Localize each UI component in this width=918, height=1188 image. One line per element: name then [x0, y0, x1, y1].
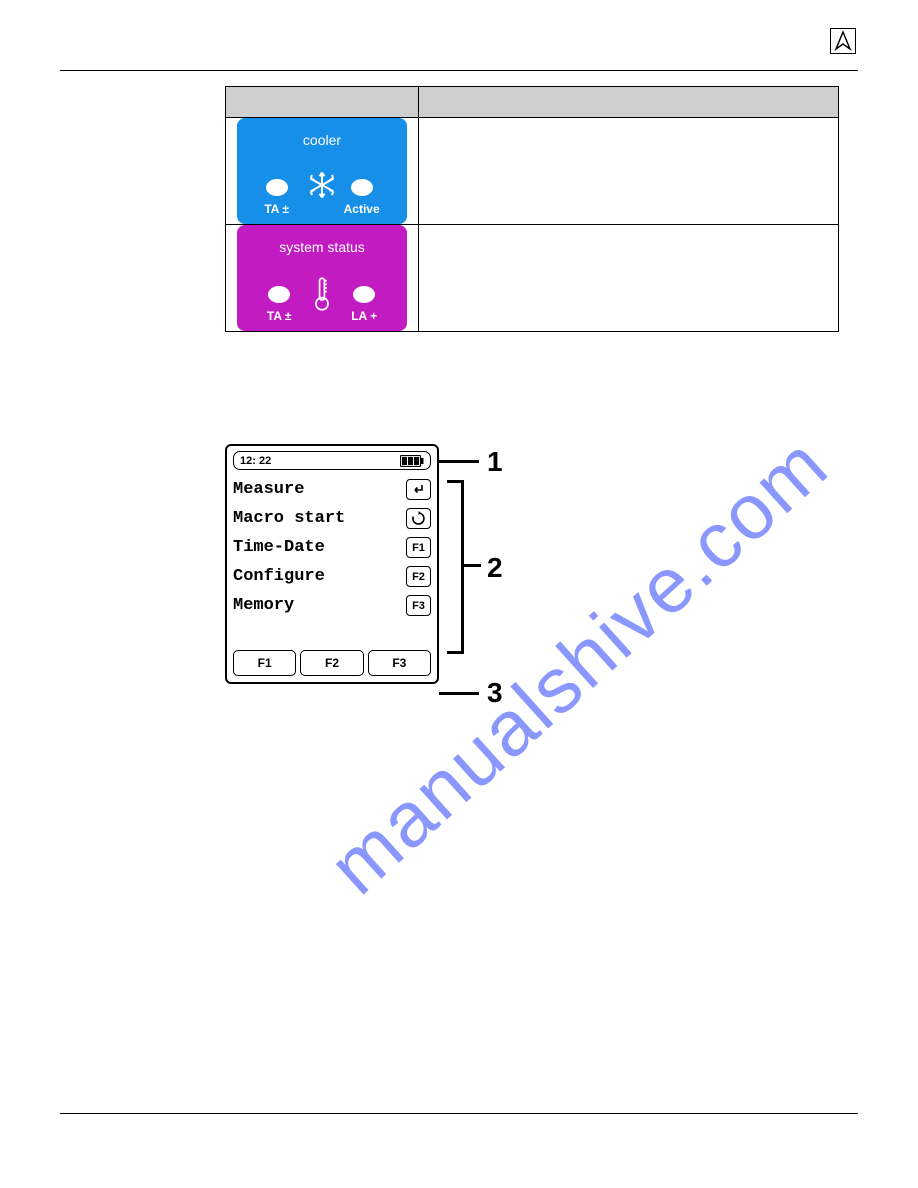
- status-time: 12: 22: [240, 455, 271, 467]
- table-row: system status: [226, 225, 839, 332]
- softkey-f3[interactable]: F3: [368, 650, 431, 676]
- menu-item-label: Memory: [233, 596, 294, 615]
- tile-left-label: TA ±: [264, 202, 289, 216]
- footer-rule: [60, 1113, 858, 1114]
- softkey-f1[interactable]: F1: [233, 650, 296, 676]
- tile-title: cooler: [237, 118, 407, 148]
- callout-leader-1: [439, 460, 479, 463]
- tile-indicator-right: Active: [344, 179, 380, 216]
- table-desc-cell: [419, 225, 839, 332]
- callout-leader-2: [461, 564, 481, 567]
- indicator-dot-icon: [353, 286, 375, 303]
- cycle-key-icon: [406, 508, 431, 529]
- tile-indicator-left: TA ±: [264, 179, 289, 216]
- indicator-dot-icon: [266, 179, 288, 196]
- tile-indicator-right: LA +: [351, 286, 377, 323]
- menu-item-time-date[interactable]: Time-Date F1: [233, 533, 431, 562]
- device-screen: 12: 22 Measure: [225, 444, 439, 684]
- callout-number-2: 2: [487, 552, 503, 584]
- indicator-dot-icon: [268, 286, 290, 303]
- menu-item-macro-start[interactable]: Macro start: [233, 504, 431, 533]
- enter-key-icon: [406, 479, 431, 500]
- table-desc-cell: [419, 118, 839, 225]
- menu-item-label: Measure: [233, 480, 304, 499]
- f2-key-icon: F2: [406, 566, 431, 587]
- battery-icon: [400, 455, 424, 467]
- callout-bracket-2: [447, 480, 464, 654]
- device-softkeys: F1 F2 F3: [233, 650, 431, 676]
- menu-item-configure[interactable]: Configure F2: [233, 562, 431, 591]
- header-rule: [60, 70, 858, 71]
- menu-item-label: Time-Date: [233, 538, 325, 557]
- device-statusbar: 12: 22: [233, 451, 431, 470]
- tile-indicator-left: TA ±: [267, 286, 292, 323]
- callout-leader-3: [439, 692, 479, 695]
- menu-item-label: Configure: [233, 567, 325, 586]
- menu-item-measure[interactable]: Measure: [233, 475, 431, 504]
- callout-number-1: 1: [487, 446, 503, 478]
- table-header-cell: [226, 87, 419, 118]
- system-status-tile: system status: [237, 225, 407, 331]
- indicator-dot-icon: [351, 179, 373, 196]
- callout-number-3: 3: [487, 677, 503, 709]
- tile-right-label: Active: [344, 202, 380, 216]
- f3-key-icon: F3: [406, 595, 431, 616]
- menu-item-memory[interactable]: Memory F3: [233, 591, 431, 620]
- table-header-cell: [419, 87, 839, 118]
- menu-item-label: Macro start: [233, 509, 345, 528]
- nav-up-icon: [830, 28, 856, 54]
- tile-left-label: TA ±: [267, 309, 292, 323]
- table-row: cooler: [226, 118, 839, 225]
- softkey-f2[interactable]: F2: [300, 650, 363, 676]
- f1-key-icon: F1: [406, 537, 431, 558]
- cooler-tile: cooler: [237, 118, 407, 224]
- tile-right-label: LA +: [351, 309, 377, 323]
- tile-title: system status: [237, 225, 407, 255]
- status-tiles-table: cooler: [225, 86, 839, 332]
